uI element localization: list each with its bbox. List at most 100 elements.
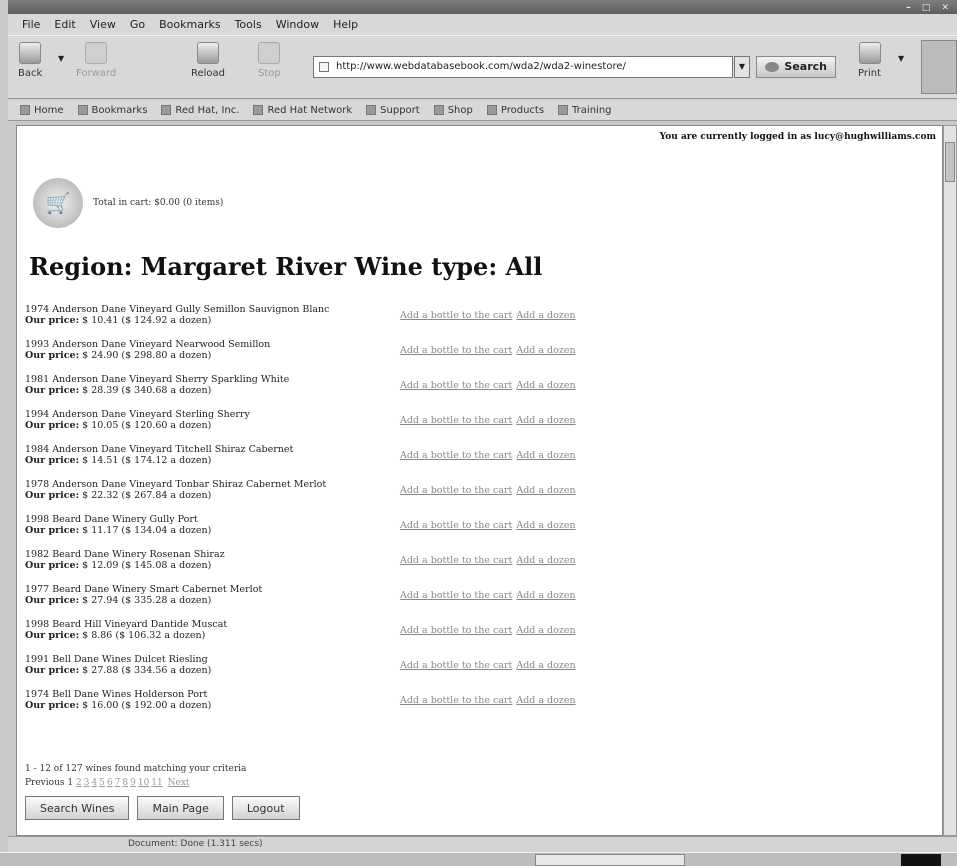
page-link[interactable]: 10 bbox=[138, 778, 149, 788]
page-link[interactable]: 8 bbox=[122, 778, 128, 788]
price-label: Our price: bbox=[25, 665, 80, 676]
main-page-button[interactable]: Main Page bbox=[137, 796, 224, 820]
add-bottle-link[interactable]: Add a bottle to the cart bbox=[400, 415, 512, 426]
menu-go[interactable]: Go bbox=[130, 18, 145, 31]
bookmark-products[interactable]: Products bbox=[486, 105, 544, 116]
bookmark-redhat-network[interactable]: Red Hat Network bbox=[253, 105, 352, 116]
bookmark-home[interactable]: Home bbox=[20, 105, 64, 116]
forward-button[interactable]: Forward bbox=[76, 42, 116, 79]
search-wines-button[interactable]: Search Wines bbox=[25, 796, 130, 820]
bookmark-label: Red Hat Network bbox=[267, 104, 353, 116]
bookmark-shop[interactable]: Shop bbox=[433, 105, 473, 116]
bookmark-support[interactable]: Support bbox=[366, 105, 420, 116]
add-dozen-link[interactable]: Add a dozen bbox=[516, 415, 575, 426]
next-link[interactable]: Next bbox=[168, 778, 190, 788]
add-dozen-link[interactable]: Add a dozen bbox=[516, 695, 575, 706]
scrollbar-thumb[interactable] bbox=[945, 142, 955, 182]
bookmark-training[interactable]: Training bbox=[558, 105, 612, 116]
print-dropdown-icon[interactable]: ▼ bbox=[898, 54, 904, 63]
previous-label: Previous bbox=[25, 778, 65, 788]
add-dozen-link[interactable]: Add a dozen bbox=[516, 625, 575, 636]
status-text: Document: Done (1.311 secs) bbox=[128, 839, 263, 849]
vertical-scrollbar[interactable] bbox=[943, 125, 957, 836]
wine-list: 1974 Anderson Dane Vineyard Gully Semill… bbox=[25, 304, 645, 724]
bookmark-icon bbox=[77, 105, 88, 115]
price-value: $ 28.39 ($ 340.68 a dozen) bbox=[82, 385, 212, 396]
folder-icon bbox=[486, 105, 497, 115]
reload-button[interactable]: Reload bbox=[191, 42, 225, 79]
url-dropdown-icon[interactable]: ▼ bbox=[734, 56, 750, 78]
back-dropdown-icon[interactable]: ▼ bbox=[58, 54, 64, 63]
add-dozen-link[interactable]: Add a dozen bbox=[516, 345, 575, 356]
page-link[interactable]: 5 bbox=[99, 778, 105, 788]
shopping-cart-icon[interactable]: 🛒 bbox=[33, 178, 83, 228]
page-link[interactable]: 4 bbox=[91, 778, 97, 788]
taskbar-window-button[interactable] bbox=[535, 854, 685, 866]
add-bottle-link[interactable]: Add a bottle to the cart bbox=[400, 520, 512, 531]
add-dozen-link[interactable]: Add a dozen bbox=[516, 555, 575, 566]
folder-icon bbox=[558, 105, 569, 115]
add-dozen-link[interactable]: Add a dozen bbox=[516, 485, 575, 496]
add-dozen-link[interactable]: Add a dozen bbox=[516, 660, 575, 671]
add-dozen-link[interactable]: Add a dozen bbox=[516, 380, 575, 391]
folder-icon bbox=[433, 105, 444, 115]
menu-tools[interactable]: Tools bbox=[235, 18, 262, 31]
add-bottle-link[interactable]: Add a bottle to the cart bbox=[400, 660, 512, 671]
page-link[interactable]: 11 bbox=[151, 778, 162, 788]
add-dozen-link[interactable]: Add a dozen bbox=[516, 310, 575, 321]
price-label: Our price: bbox=[25, 525, 80, 536]
folder-icon bbox=[366, 105, 377, 115]
menu-window[interactable]: Window bbox=[276, 18, 319, 31]
add-bottle-link[interactable]: Add a bottle to the cart bbox=[400, 345, 512, 356]
wine-actions: Add a bottle to the cart Add a dozen bbox=[400, 310, 580, 321]
add-dozen-link[interactable]: Add a dozen bbox=[516, 520, 575, 531]
back-button[interactable]: Back bbox=[18, 42, 42, 79]
login-status: You are currently logged in as lucy@hugh… bbox=[659, 132, 936, 142]
wine-row: 1978 Anderson Dane Vineyard Tonbar Shira… bbox=[25, 479, 645, 514]
page-link[interactable]: 2 bbox=[76, 778, 82, 788]
url-field[interactable]: http://www.webdatabasebook.com/wda2/wda2… bbox=[313, 56, 733, 78]
print-button[interactable]: Print bbox=[858, 42, 881, 79]
stop-button[interactable]: Stop bbox=[258, 42, 281, 79]
action-buttons: Search Wines Main Page Logout bbox=[25, 796, 300, 820]
add-bottle-link[interactable]: Add a bottle to the cart bbox=[400, 590, 512, 601]
page-link[interactable]: 3 bbox=[84, 778, 90, 788]
add-bottle-link[interactable]: Add a bottle to the cart bbox=[400, 380, 512, 391]
price-label: Our price: bbox=[25, 630, 80, 641]
wine-actions: Add a bottle to the cart Add a dozen bbox=[400, 415, 580, 426]
wine-row: 1981 Anderson Dane Vineyard Sherry Spark… bbox=[25, 374, 645, 409]
wine-actions: Add a bottle to the cart Add a dozen bbox=[400, 520, 580, 531]
bookmark-redhat[interactable]: Red Hat, Inc. bbox=[161, 105, 239, 116]
window-controls[interactable]: – □ ✕ bbox=[906, 1, 953, 15]
price-value: $ 27.94 ($ 335.28 a dozen) bbox=[82, 595, 212, 606]
add-dozen-link[interactable]: Add a dozen bbox=[516, 590, 575, 601]
add-dozen-link[interactable]: Add a dozen bbox=[516, 450, 575, 461]
add-bottle-link[interactable]: Add a bottle to the cart bbox=[400, 310, 512, 321]
page-content: You are currently logged in as lucy@hugh… bbox=[16, 125, 943, 836]
forward-label: Forward bbox=[76, 68, 117, 79]
menu-help[interactable]: Help bbox=[333, 18, 358, 31]
bookmark-label: Bookmarks bbox=[91, 104, 148, 116]
bookmark-bookmarks[interactable]: Bookmarks bbox=[77, 104, 148, 116]
add-bottle-link[interactable]: Add a bottle to the cart bbox=[400, 485, 512, 496]
add-bottle-link[interactable]: Add a bottle to the cart bbox=[400, 450, 512, 461]
results-summary: 1 - 12 of 127 wines found matching your … bbox=[25, 764, 247, 774]
menu-view[interactable]: View bbox=[90, 18, 116, 31]
reload-icon bbox=[197, 42, 220, 64]
page-link[interactable]: 7 bbox=[115, 778, 121, 788]
search-button[interactable]: Search bbox=[756, 56, 836, 78]
menu-edit[interactable]: Edit bbox=[54, 18, 75, 31]
stop-label: Stop bbox=[258, 68, 281, 79]
link-icon bbox=[161, 105, 172, 115]
add-bottle-link[interactable]: Add a bottle to the cart bbox=[400, 555, 512, 566]
logout-button[interactable]: Logout bbox=[231, 796, 300, 820]
price-label: Our price: bbox=[25, 315, 80, 326]
home-icon bbox=[20, 105, 30, 115]
menu-bookmarks[interactable]: Bookmarks bbox=[159, 18, 220, 31]
status-bar: Document: Done (1.311 secs) bbox=[8, 836, 957, 852]
menu-file[interactable]: File bbox=[22, 18, 40, 31]
page-link[interactable]: 9 bbox=[130, 778, 136, 788]
page-link[interactable]: 6 bbox=[107, 778, 113, 788]
add-bottle-link[interactable]: Add a bottle to the cart bbox=[400, 625, 512, 636]
add-bottle-link[interactable]: Add a bottle to the cart bbox=[400, 695, 512, 706]
